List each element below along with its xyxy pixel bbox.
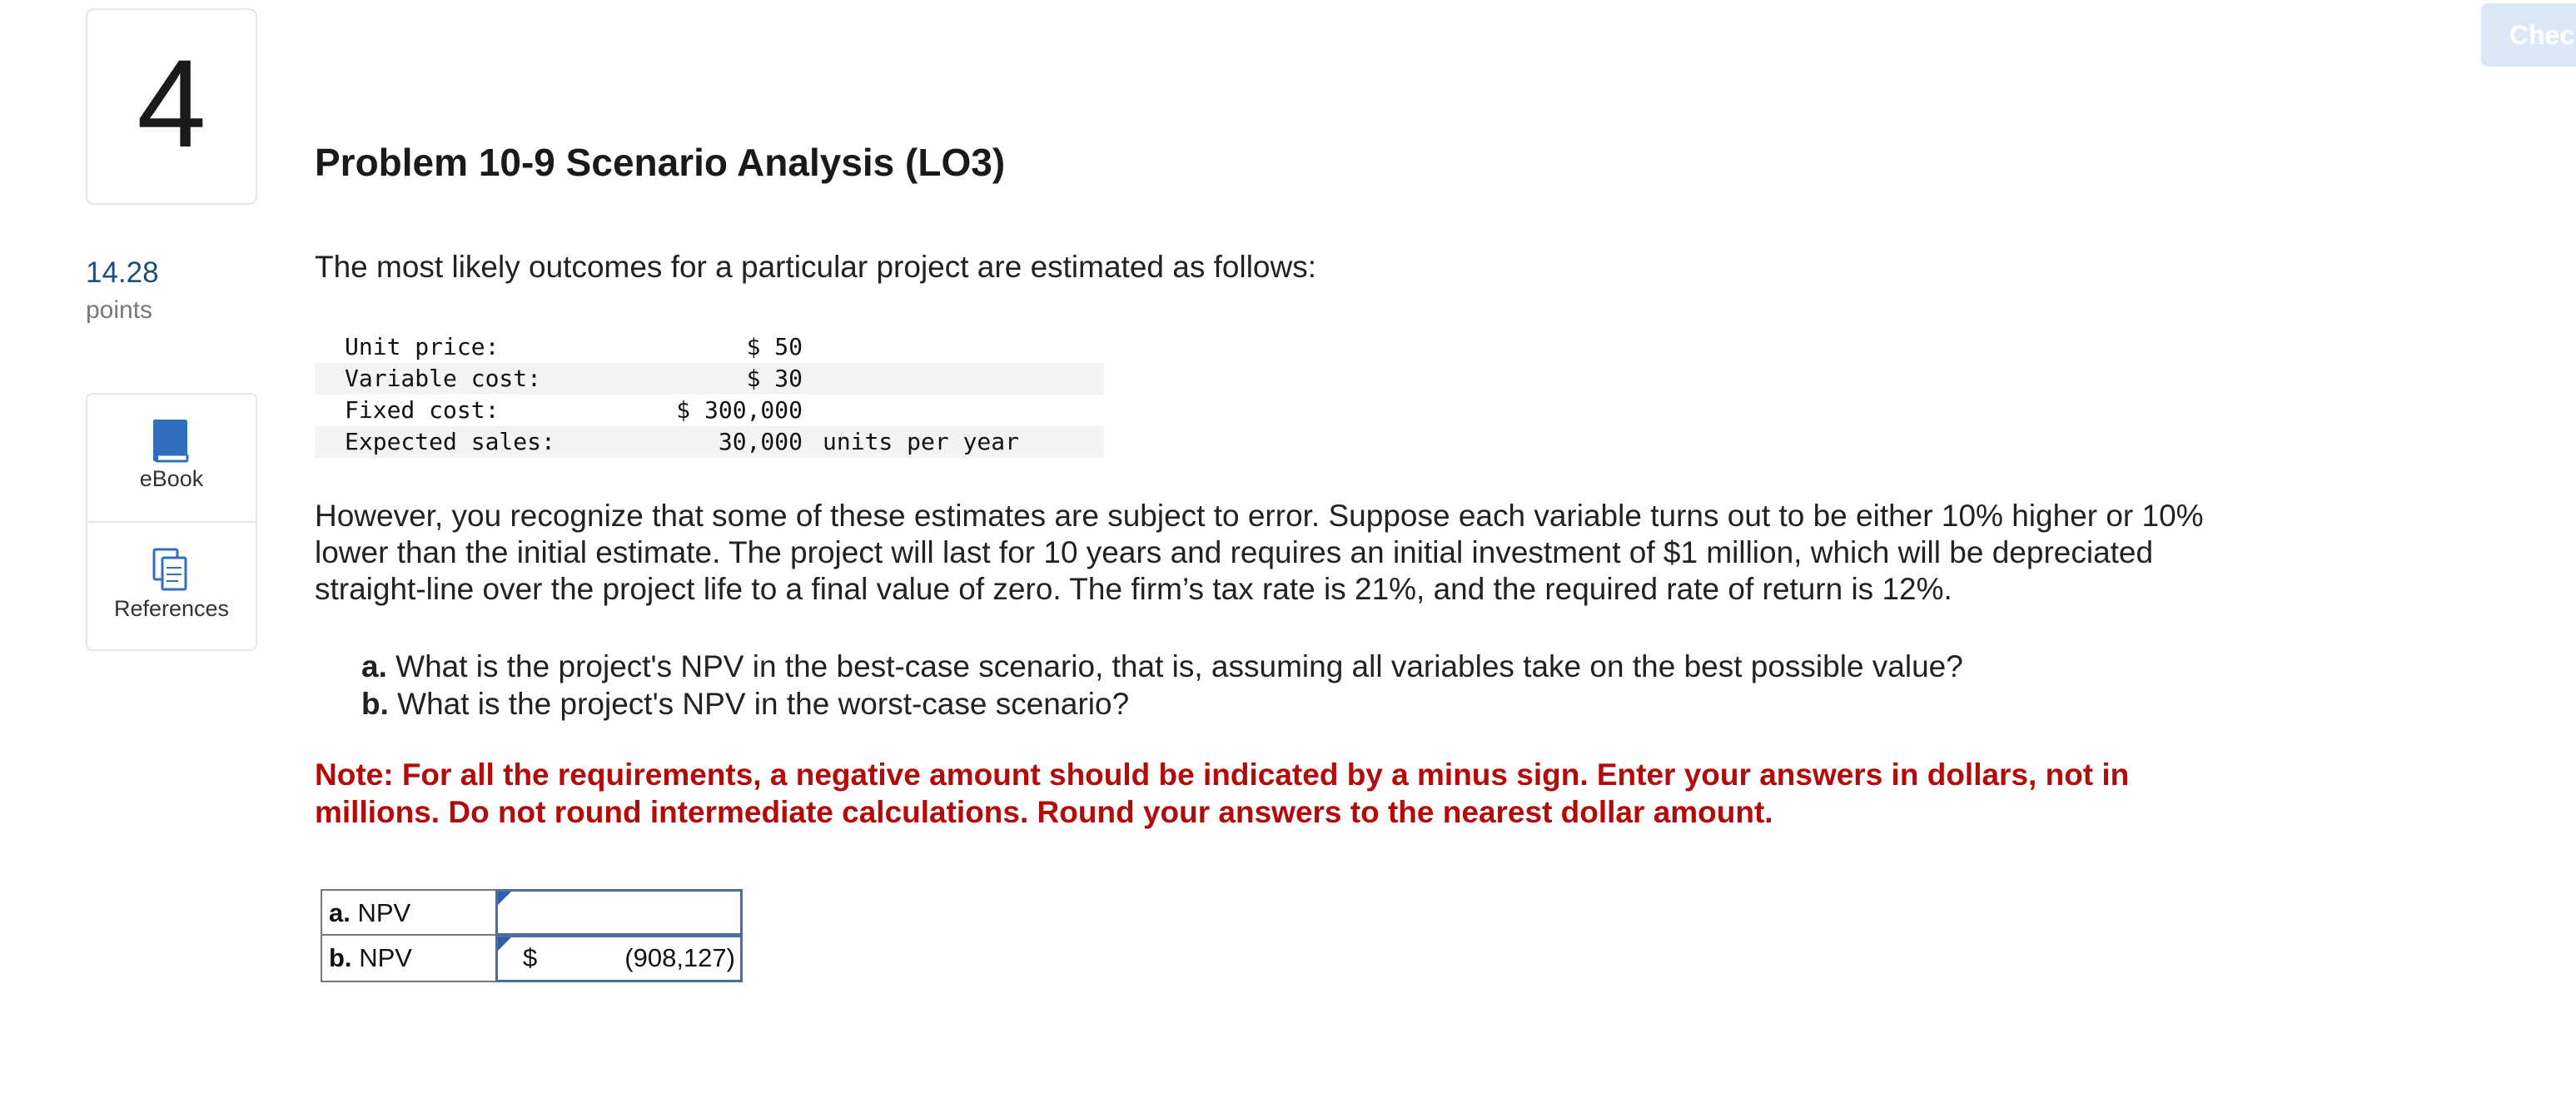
references-label: References [113,596,230,621]
estimate-row: Expected sales: 30,000 units per year [315,426,1104,458]
book-icon [153,420,189,463]
input-corner-marker [498,937,511,951]
answer-label-text: NPV [359,943,412,972]
points-value: 14.28 [86,256,159,289]
question-list: a. What is the project's NPV in the best… [361,648,1963,723]
points-label: points [86,296,153,324]
estimate-unit: units per year [823,428,1020,455]
question-text: What is the project's NPV in the worst-c… [397,687,1130,721]
estimate-row: Variable cost: $ 30 [315,363,1104,395]
estimates-table: Unit price: $ 50 Variable cost: $ 30 Fix… [315,331,1104,458]
question-number: 4 [137,33,206,173]
question-letter: a. [361,649,387,683]
estimate-row: Fixed cost: $ 300,000 [315,395,1104,426]
instruction-note: Note: For all the requirements, a negati… [315,758,2130,829]
estimate-value: $ 50 [746,333,803,360]
answer-label: a. NPV [321,889,495,936]
question-text: What is the project's NPV in the best-ca… [395,649,1963,683]
answer-letter: b. [329,943,352,972]
resource-tools-panel: eBook References [86,393,257,651]
check-button[interactable]: Check [2481,3,2576,67]
question-letter: b. [361,687,389,721]
input-corner-marker [498,892,511,905]
problem-title: Problem 10-9 Scenario Analysis (LO3) [315,141,1006,184]
question-item: a. What is the project's NPV in the best… [361,648,1963,685]
answer-value: (908,127) [624,943,735,972]
estimate-row: Unit price: $ 50 [315,331,1104,363]
ebook-button[interactable]: eBook [87,395,256,523]
estimate-value: 30,000 [718,428,803,455]
currency-symbol: $ [523,943,538,972]
estimate-value: $ 300,000 [676,396,803,424]
answer-label-text: NPV [357,898,411,927]
question-number-box: 4 [86,8,257,205]
references-button[interactable]: References [87,523,256,649]
question-item: b. What is the project's NPV in the wors… [361,685,1963,723]
references-icon [152,548,187,591]
npv-a-input[interactable] [495,889,743,936]
problem-intro: The most likely outcomes for a particula… [315,250,1316,284]
ebook-label: eBook [139,466,204,491]
npv-b-input[interactable]: $ (908,127) [495,936,743,982]
answer-letter: a. [329,898,351,927]
answer-label: b. NPV [321,936,495,982]
problem-paragraph: However, you recognize that some of thes… [315,499,2204,606]
estimate-value: $ 30 [746,365,803,392]
